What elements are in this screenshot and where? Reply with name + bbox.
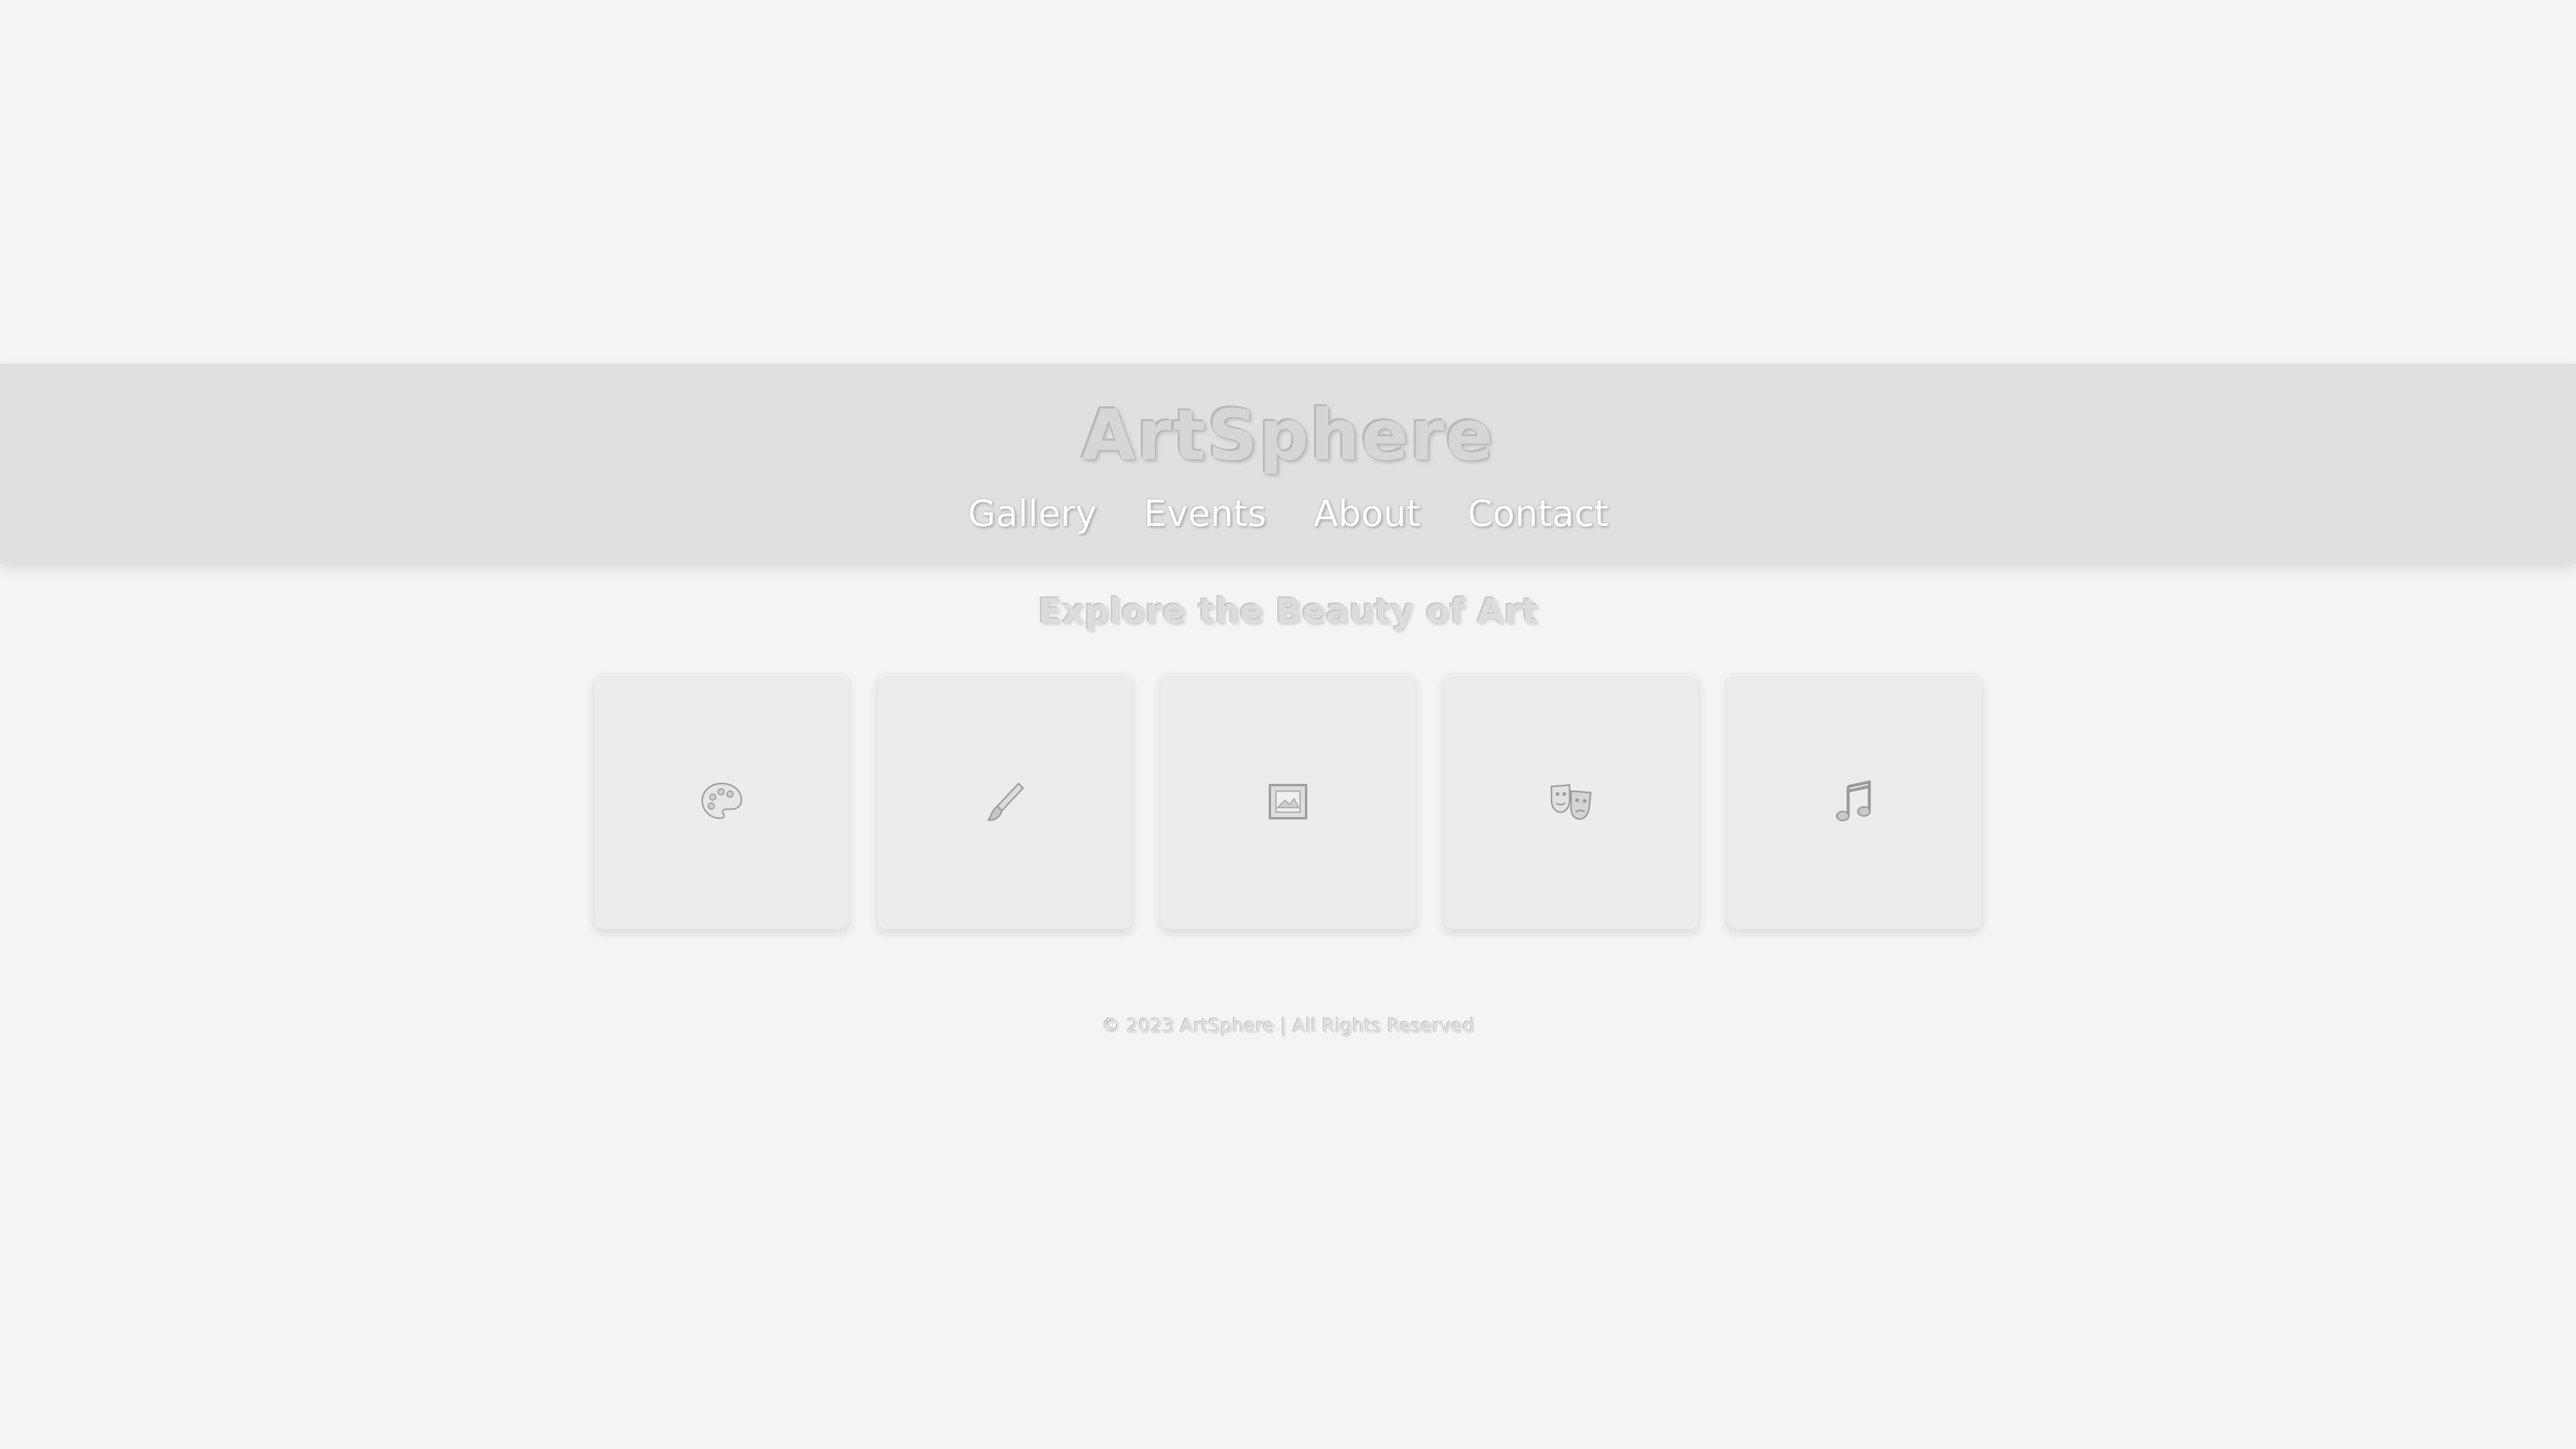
tile-framed-picture[interactable] xyxy=(1160,674,1416,930)
art-tiles xyxy=(0,674,2576,930)
nav-link-about[interactable]: About xyxy=(1313,492,1421,535)
tile-palette[interactable] xyxy=(594,674,850,930)
music-note-icon xyxy=(1827,775,1881,828)
nav-link-contact[interactable]: Contact xyxy=(1467,492,1608,535)
nav-link-events[interactable]: Events xyxy=(1144,492,1267,535)
framed-picture-icon xyxy=(1261,775,1315,828)
brand-title: ArtSphere xyxy=(1081,394,1495,476)
tagline: Explore the Beauty of Art xyxy=(1038,592,1538,632)
theater-masks-icon xyxy=(1544,775,1598,828)
site-header: ArtSphere Gallery Events About Contact xyxy=(0,364,2576,564)
palette-icon xyxy=(695,775,749,828)
tile-theater-masks[interactable] xyxy=(1443,674,1699,930)
paintbrush-icon xyxy=(978,775,1032,828)
main-nav: Gallery Events About Contact xyxy=(0,492,2576,535)
nav-link-gallery[interactable]: Gallery xyxy=(968,492,1097,535)
tile-paintbrush[interactable] xyxy=(877,674,1133,930)
page: ArtSphere Gallery Events About Contact E… xyxy=(0,0,2576,1449)
tile-music-note[interactable] xyxy=(1726,674,1982,930)
footer-copyright: © 2023 ArtSphere | All Rights Reserved xyxy=(1102,1014,1474,1036)
